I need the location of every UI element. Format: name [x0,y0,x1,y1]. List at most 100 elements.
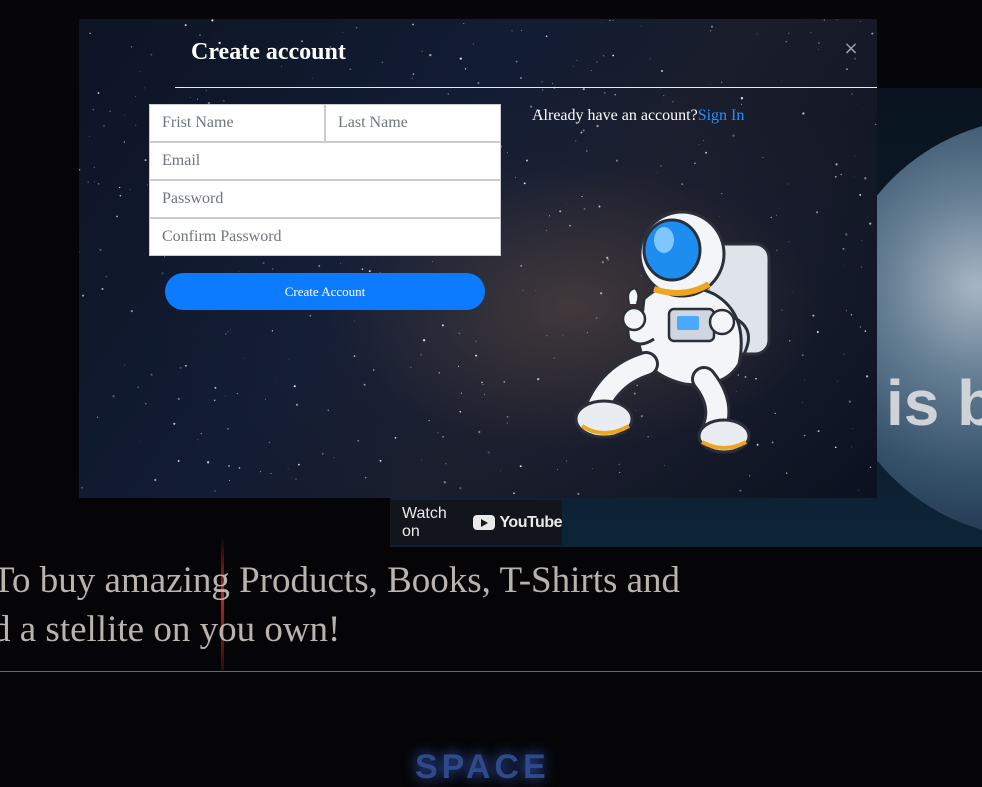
star [781,80,783,82]
star [295,403,298,406]
star [812,314,815,317]
star [618,463,620,465]
star [312,77,314,79]
star [513,492,515,495]
star [478,430,481,434]
signin-link[interactable]: Sign In [698,107,745,124]
star [858,489,860,491]
star [565,202,567,204]
star [546,334,548,337]
star [357,439,360,442]
star [711,25,713,28]
star [84,111,86,113]
star [206,461,210,464]
star [657,171,658,173]
star [559,210,562,213]
star [846,68,848,70]
star [270,472,272,474]
star [318,265,321,267]
star [859,193,862,196]
star [140,440,141,442]
star [321,452,324,455]
star [463,23,465,24]
star [368,270,371,273]
star [144,159,147,162]
star [661,70,663,72]
star [444,462,447,465]
star [101,288,104,290]
password-input[interactable]: Password [149,180,501,218]
star [227,331,229,333]
star [185,364,187,367]
watch-on-youtube-button[interactable]: Watch on YouTube [390,500,562,545]
star [116,215,118,218]
star [96,416,99,418]
star [97,92,100,94]
star [459,57,462,60]
star [854,176,856,177]
star [573,66,574,67]
close-icon[interactable]: × [841,39,861,59]
star [739,489,742,492]
email-input[interactable]: Email [149,142,501,180]
video-title: is b [886,367,982,439]
star [82,294,85,297]
star [596,124,599,128]
star [836,19,838,21]
star [340,263,341,264]
star [603,91,606,94]
star [709,84,711,85]
star [236,393,238,395]
star [802,112,805,115]
star [852,428,853,429]
star [129,188,131,190]
star [89,136,91,137]
watch-on-label: Watch on [402,504,447,540]
star [854,155,856,157]
star [515,176,516,178]
create-account-button[interactable]: Create Account [165,273,485,310]
star [475,354,478,357]
star [363,383,366,386]
star [864,177,867,180]
star [139,71,141,72]
star [197,439,199,441]
star [663,95,665,97]
star [851,446,853,448]
last-name-input[interactable]: Last Name [325,104,501,142]
star [213,36,214,38]
star [475,340,477,342]
star [438,372,440,374]
star [124,114,126,116]
star [851,93,853,95]
star [342,31,344,33]
star [860,266,863,268]
star [327,409,330,412]
first-name-input[interactable]: Frist Name [149,104,325,142]
star [541,81,543,83]
star [660,165,662,167]
star [205,90,207,92]
create-account-modal: Create account × Frist Name Last Name Em… [79,19,877,498]
star [313,496,315,498]
star [709,30,712,32]
modal-title: Create account [191,39,346,65]
star [535,290,537,291]
star [834,446,837,449]
star [836,380,838,382]
star [586,150,588,152]
star [214,490,216,492]
star [356,27,358,29]
confirm-password-input[interactable]: Confirm Password [149,218,501,256]
star [131,46,133,48]
star [99,248,102,251]
star [353,355,356,357]
star [596,61,598,63]
signup-form: Frist Name Last Name Email Password Conf… [149,104,501,256]
star [225,395,226,397]
star [213,399,216,402]
star [442,435,444,438]
star [222,99,225,102]
star [506,422,508,424]
star [681,183,684,185]
